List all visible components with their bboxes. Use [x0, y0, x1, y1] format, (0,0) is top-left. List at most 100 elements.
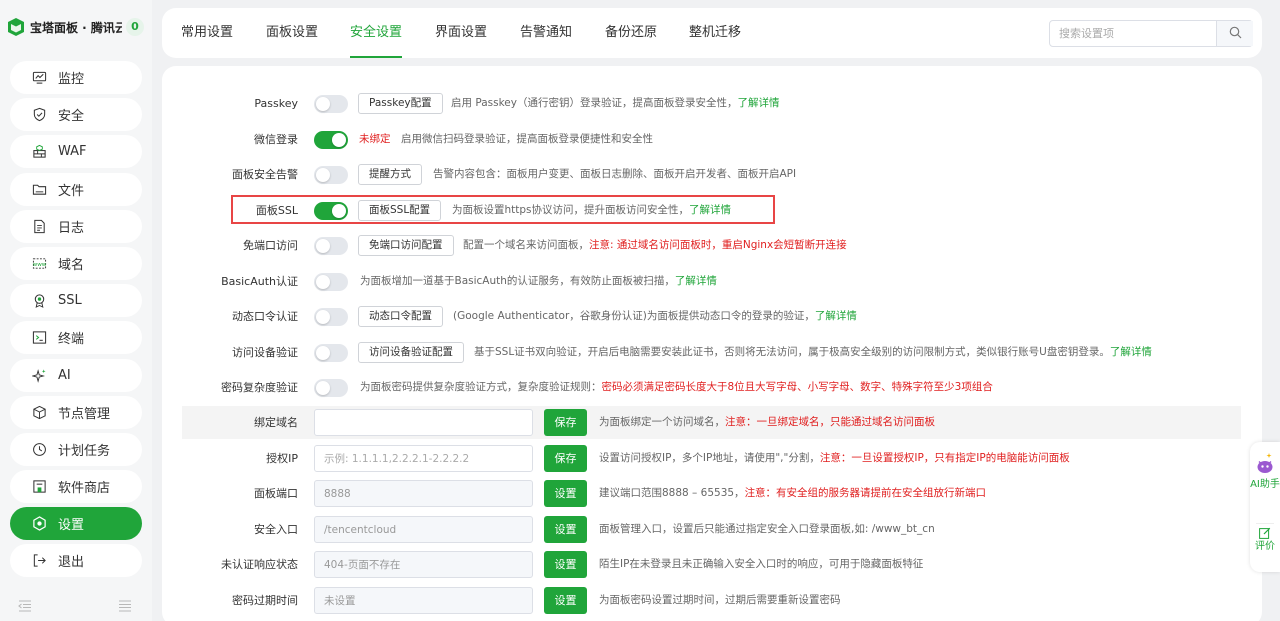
setting-label: 访问设备验证: [232, 346, 298, 359]
sidebar-item-label: 监控: [58, 72, 85, 87]
totp-toggle[interactable]: [314, 308, 348, 326]
search-input[interactable]: [1050, 21, 1216, 46]
sidebar-item-files[interactable]: 文件: [10, 172, 142, 206]
tab-migration[interactable]: 整机迁移: [689, 8, 741, 58]
setting-row-device-verify: 访问设备验证 访问设备验证配置 基于SSL证书双向验证，开启后电脑需要安装此证书…: [182, 336, 1241, 369]
feedback-label[interactable]: 评价: [1250, 540, 1280, 553]
wechat-login-toggle[interactable]: [314, 131, 348, 149]
sidebar-item-domain[interactable]: www 域名: [10, 246, 142, 280]
tab-backup[interactable]: 备份还原: [605, 8, 657, 58]
tab-interface[interactable]: 界面设置: [435, 8, 487, 58]
security-entry-set-button[interactable]: 设置: [544, 516, 587, 543]
ai-sparkle-icon: [31, 367, 47, 383]
sidebar-item-settings[interactable]: 设置: [10, 507, 142, 541]
setting-label: 微信登录: [254, 133, 298, 146]
sidebar-footer: [0, 598, 152, 616]
ai-assistant-icon[interactable]: [1256, 452, 1274, 477]
panel-port-input: [314, 480, 533, 507]
sidebar-item-waf[interactable]: WAF: [10, 135, 142, 169]
setting-row-panel-port: 面板端口 设置 建议端口范围8888 – 65535，注意：有安全组的服务器请提…: [182, 477, 1241, 510]
sidebar-item-nodes[interactable]: 节点管理: [10, 395, 142, 429]
passkey-toggle[interactable]: [314, 95, 348, 113]
passkey-config-button[interactable]: Passkey配置: [358, 93, 443, 114]
logout-icon: [31, 553, 47, 569]
clock-icon: [31, 441, 47, 457]
setting-desc: 为面板绑定一个访问域名，注意：一旦绑定域名，只能通过域名访问面板: [599, 406, 935, 439]
setting-desc: 为面板密码提供复杂度验证方式，复杂度验证规则：密码必须满足密码长度大于8位且大写…: [360, 371, 993, 404]
setting-row-password-complexity: 密码复杂度验证 为面板密码提供复杂度验证方式，复杂度验证规则：密码必须满足密码长…: [182, 371, 1241, 404]
bind-domain-save-button[interactable]: 保存: [544, 409, 587, 436]
sidebar-item-logout[interactable]: 退出: [10, 544, 142, 578]
brand[interactable]: 宝塔面板 · 腾讯云专 0: [8, 12, 144, 42]
no-port-toggle[interactable]: [314, 237, 348, 255]
panel-port-set-button[interactable]: 设置: [544, 480, 587, 507]
security-alert-toggle[interactable]: [314, 166, 348, 184]
divider: [1256, 523, 1274, 524]
setting-desc: 为面板密码设置过期时间，过期后需要重新设置密码: [599, 594, 841, 606]
tab-alerts[interactable]: 告警通知: [520, 8, 572, 58]
desc-text: 建议端口范围8888 – 65535，: [599, 487, 745, 499]
ai-assistant-label[interactable]: AI助手: [1250, 478, 1280, 491]
menu-list-icon[interactable]: [118, 600, 132, 615]
learn-more-link[interactable]: 了解详情: [1110, 346, 1152, 358]
search-button[interactable]: [1216, 21, 1253, 46]
bind-domain-input[interactable]: [314, 409, 533, 436]
sidebar-item-ai[interactable]: AI: [10, 358, 142, 392]
settings-tabbar: 常用设置 面板设置 安全设置 界面设置 告警通知 备份还原 整机迁移: [162, 8, 1262, 58]
setting-desc: 陌生IP在未登录且未正确输入安全入口时的响应，可用于隐藏面板特征: [599, 558, 924, 570]
setting-desc: 面板管理入口，设置后只能通过指定安全入口登录面板,如: /www_bt_cn: [599, 523, 935, 535]
device-verify-config-button[interactable]: 访问设备验证配置: [358, 342, 464, 363]
sidebar-item-label: 安全: [58, 109, 85, 125]
terminal-icon: [31, 330, 47, 346]
auth-ip-input[interactable]: [314, 445, 533, 472]
node-cube-icon: [31, 404, 47, 420]
sidebar-item-store[interactable]: 软件商店: [10, 470, 142, 504]
setting-row-wechat-login: 微信登录 未绑定 启用微信扫码登录验证，提高面板登录便捷性和安全性: [182, 123, 1241, 156]
basicauth-toggle[interactable]: [314, 273, 348, 291]
totp-config-button[interactable]: 动态口令配置: [358, 306, 443, 327]
notification-badge[interactable]: 0: [126, 18, 144, 36]
brand-title: 宝塔面板 · 腾讯云专: [30, 20, 122, 35]
setting-row-passkey: Passkey Passkey配置 启用 Passkey（通行密钥）登录验证，提…: [182, 87, 1241, 120]
unauth-response-set-button[interactable]: 设置: [544, 551, 587, 578]
setting-label: 面板安全告警: [232, 168, 298, 181]
sidebar-item-logs[interactable]: 日志: [10, 209, 142, 243]
sidebar-item-label: 终端: [58, 332, 85, 348]
tab-panel[interactable]: 面板设置: [266, 8, 318, 58]
log-icon: [31, 218, 47, 234]
no-port-config-button[interactable]: 免端口访问配置: [358, 235, 454, 256]
sidebar-item-monitor[interactable]: 监控: [10, 61, 142, 94]
setting-label: 密码复杂度验证: [221, 381, 298, 394]
domain-icon: www: [31, 255, 47, 271]
sidebar-item-label: 文件: [58, 183, 85, 199]
alert-method-button[interactable]: 提醒方式: [358, 164, 422, 185]
wechat-bind-status[interactable]: 未绑定: [359, 123, 391, 156]
auth-ip-save-button[interactable]: 保存: [544, 445, 587, 472]
learn-more-link[interactable]: 了解详情: [815, 310, 857, 322]
setting-label: Passkey: [254, 97, 298, 110]
security-settings-panel: Passkey Passkey配置 启用 Passkey（通行密钥）登录验证，提…: [162, 66, 1262, 621]
setting-label: 面板端口: [254, 487, 298, 500]
tab-common[interactable]: 常用设置: [181, 8, 233, 58]
monitor-icon: [31, 70, 47, 86]
password-expiry-set-button[interactable]: 设置: [544, 587, 587, 614]
sidebar: 宝塔面板 · 腾讯云专 0 监控 安全 WAF 文件 日志 www 域名: [0, 0, 152, 621]
sidebar-item-ssl[interactable]: SSL: [10, 284, 142, 318]
learn-more-link[interactable]: 了解详情: [675, 275, 717, 287]
sidebar-item-terminal[interactable]: 终端: [10, 321, 142, 355]
setting-row-totp: 动态口令认证 动态口令配置 (Google Authenticator，谷歌身份…: [182, 300, 1241, 333]
tab-security[interactable]: 安全设置: [350, 8, 403, 58]
sidebar-item-security[interactable]: 安全: [10, 98, 142, 132]
warning-text: 注意：一旦设置授权IP，只有指定IP的电脑能访问面板: [819, 452, 1070, 464]
desc-text: 基于SSL证书双向验证，开启后电脑需要安装此证书，否则将无法访问，属于极高安全级…: [474, 346, 1110, 358]
desc-text: 为面板密码提供复杂度验证方式，复杂度验证规则：: [360, 381, 602, 393]
device-verify-toggle[interactable]: [314, 344, 348, 362]
collapse-sidebar-icon[interactable]: [18, 600, 32, 615]
password-complexity-toggle[interactable]: [314, 379, 348, 397]
waf-icon: [31, 144, 47, 160]
learn-more-link[interactable]: 了解详情: [737, 97, 779, 109]
desc-text: (Google Authenticator，谷歌身份认证)为面板提供动态口令的登…: [453, 310, 815, 322]
setting-label: 免端口访问: [243, 239, 298, 252]
sidebar-item-cron[interactable]: 计划任务: [10, 432, 142, 466]
setting-label: 安全入口: [254, 523, 298, 536]
